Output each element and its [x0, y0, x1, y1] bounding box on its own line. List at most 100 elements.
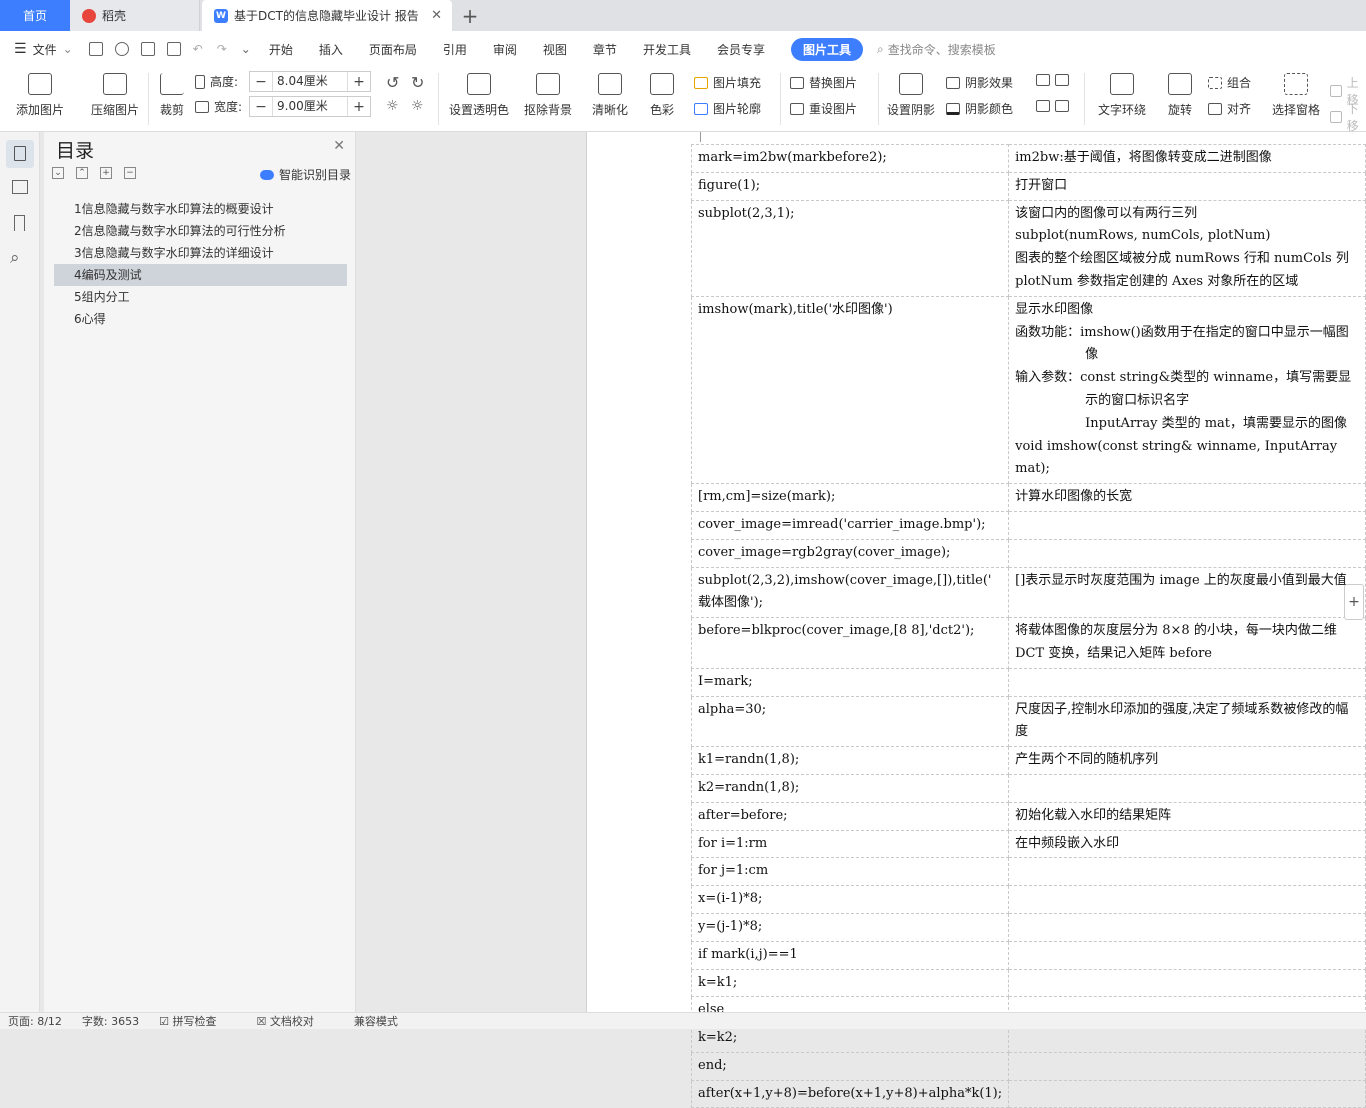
- close-icon[interactable]: ✕: [431, 8, 442, 23]
- expand-sidebar-button[interactable]: +: [1344, 584, 1364, 620]
- print-preview-icon[interactable]: [166, 42, 181, 56]
- code-cell[interactable]: cover_image=rgb2gray(cover_image);: [690, 538, 1010, 568]
- width-value[interactable]: 9.00厘米: [272, 97, 348, 116]
- code-cell[interactable]: I=mark;: [690, 667, 1010, 697]
- shadow-color-button[interactable]: 阴影颜色: [946, 100, 1013, 117]
- comment-cell[interactable]: [1008, 1079, 1366, 1108]
- text-wrap-button[interactable]: 文字环绕: [1092, 67, 1152, 118]
- comment-cell[interactable]: 显示水印图像 函数功能：imshow()函数用于在指定的窗口中显示一幅图像 输入参数…: [1008, 295, 1366, 485]
- code-cell[interactable]: end;: [690, 1051, 1010, 1081]
- code-cell[interactable]: [rm,cm]=size(mark);: [690, 483, 1010, 512]
- send-backward-button[interactable]: 下移: [1330, 100, 1366, 134]
- comment-cell[interactable]: [1008, 667, 1366, 697]
- width-decrease-button[interactable]: −: [250, 99, 272, 115]
- rotate-right-icon[interactable]: ↻: [411, 73, 424, 92]
- menu-start[interactable]: 开始: [269, 41, 293, 58]
- tab-document[interactable]: W 基于DCT的信息隐藏毕业设计 报告 ✕: [202, 0, 452, 31]
- code-cell[interactable]: x=(i-1)*8;: [690, 885, 1010, 914]
- code-cell[interactable]: for i=1:rm: [690, 829, 1010, 859]
- comment-cell[interactable]: [1008, 510, 1366, 540]
- set-shadow-button[interactable]: 设置阴影: [884, 67, 938, 118]
- toc-item[interactable]: 2信息隐藏与数字水印算法的可行性分析: [54, 220, 347, 242]
- code-cell[interactable]: k1=randn(1,8);: [690, 746, 1010, 775]
- toc-item[interactable]: 3信息隐藏与数字水印算法的详细设计: [54, 242, 347, 264]
- rotate-left-icon[interactable]: ↺: [386, 73, 399, 92]
- crop-button[interactable]: 裁剪: [156, 67, 188, 118]
- height-value[interactable]: 8.04厘米: [272, 72, 348, 91]
- command-search[interactable]: 查找命令、搜索模板: [888, 41, 996, 58]
- spell-check-button[interactable]: ☑ 拼写检查: [159, 1013, 236, 1029]
- code-cell[interactable]: after=before;: [690, 801, 1010, 831]
- code-cell[interactable]: k=k1;: [690, 968, 1010, 998]
- code-cell[interactable]: after(x+1,y+8)=before(x+1,y+8)+alpha*k(1…: [690, 1079, 1010, 1108]
- menu-insert[interactable]: 插入: [319, 41, 343, 58]
- bookmark-nav[interactable]: [10, 214, 30, 234]
- code-cell[interactable]: subplot(2,3,1);: [690, 199, 1010, 297]
- shadow-effect-button[interactable]: 阴影效果: [946, 74, 1013, 91]
- comment-cell[interactable]: [1008, 538, 1366, 568]
- comment-cell[interactable]: [1008, 773, 1366, 803]
- toc-item-selected[interactable]: 4编码及测试: [54, 264, 347, 286]
- menu-picture-tools[interactable]: 图片工具: [790, 37, 863, 61]
- redo-icon[interactable]: ↷: [217, 42, 227, 56]
- menu-chapter[interactable]: 章节: [593, 41, 617, 58]
- new-tab-button[interactable]: +: [452, 0, 488, 31]
- width-increase-button[interactable]: +: [348, 99, 370, 115]
- sharpen-button[interactable]: 清晰化: [586, 67, 634, 118]
- code-cell[interactable]: for j=1:cm: [690, 857, 1010, 887]
- menu-references[interactable]: 引用: [443, 41, 467, 58]
- selection-pane-button[interactable]: 选择窗格: [1270, 67, 1322, 118]
- compress-picture-button[interactable]: 压缩图片: [88, 67, 142, 118]
- more-icon[interactable]: ⌄: [241, 42, 251, 56]
- comment-cell[interactable]: 打开窗口: [1008, 171, 1366, 201]
- comment-cell[interactable]: [1008, 912, 1366, 942]
- menu-review[interactable]: 审阅: [493, 41, 517, 58]
- toc-item[interactable]: 6心得: [54, 308, 347, 330]
- comment-cell[interactable]: 初始化载入水印的结果矩阵: [1008, 801, 1366, 831]
- code-cell[interactable]: figure(1);: [690, 171, 1010, 201]
- proofread-button[interactable]: ☒ 文档校对: [256, 1013, 333, 1029]
- comment-cell[interactable]: []表示显示时灰度范围为 image 上的灰度最小值到最大值: [1008, 566, 1366, 619]
- close-icon[interactable]: ✕: [333, 138, 345, 154]
- menu-file[interactable]: 文件: [33, 41, 57, 58]
- comment-cell[interactable]: [1008, 940, 1366, 970]
- menu-devtools[interactable]: 开发工具: [643, 41, 691, 58]
- comment-cell[interactable]: [1008, 968, 1366, 998]
- comment-cell[interactable]: 将载体图像的灰度层分为 8×8 的小块，每一块内做二维 DCT 变换，结果记入矩…: [1008, 617, 1366, 669]
- print-icon[interactable]: [140, 42, 155, 56]
- height-decrease-button[interactable]: −: [250, 74, 272, 90]
- comment-cell[interactable]: [1008, 885, 1366, 914]
- expand-up-icon[interactable]: ⌃: [76, 167, 88, 179]
- comment-cell[interactable]: im2bw:基于阈值，将图像转变成二进制图像: [1008, 144, 1366, 173]
- width-field[interactable]: − 9.00厘米 +: [249, 96, 371, 117]
- code-cell[interactable]: y=(j-1)*8;: [690, 912, 1010, 942]
- add-picture-button[interactable]: 添加图片: [10, 67, 70, 118]
- height-increase-button[interactable]: +: [348, 74, 370, 90]
- comment-cell[interactable]: 尺度因子,控制水印添加的强度,决定了频域系数被修改的幅度: [1008, 695, 1366, 748]
- shadow-nudge-left[interactable]: [1036, 100, 1074, 112]
- reset-picture-button[interactable]: 重设图片: [790, 100, 857, 117]
- undo-icon[interactable]: ↶: [193, 42, 203, 56]
- chapter-nav-icon[interactable]: [10, 178, 30, 198]
- code-cell[interactable]: cover_image=imread('carrier_image.bmp');: [690, 510, 1010, 540]
- align-button[interactable]: 对齐: [1208, 100, 1251, 117]
- code-cell[interactable]: subplot(2,3,2),imshow(cover_image,[]),ti…: [690, 566, 1010, 619]
- menu-layout[interactable]: 页面布局: [369, 41, 417, 58]
- shadow-nudge-up[interactable]: [1036, 74, 1074, 86]
- code-cell[interactable]: alpha=30;: [690, 695, 1010, 748]
- group-button[interactable]: 组合: [1208, 74, 1251, 91]
- smart-toc-button[interactable]: 智能识别目录: [259, 166, 351, 183]
- comment-cell[interactable]: 计算水印图像的长宽: [1008, 483, 1366, 512]
- format-painter-icon[interactable]: [114, 42, 129, 56]
- color-button[interactable]: 色彩: [644, 67, 680, 118]
- save-icon[interactable]: [88, 42, 103, 56]
- code-cell[interactable]: imshow(mark),title('水印图像'): [690, 295, 1010, 485]
- collapse-all-icon[interactable]: ⌄: [52, 167, 64, 179]
- comment-cell[interactable]: [1008, 857, 1366, 887]
- hamburger-icon[interactable]: ☰: [14, 41, 27, 57]
- rotate-button[interactable]: 旋转: [1160, 67, 1200, 118]
- tab-daoke[interactable]: 稻壳: [70, 0, 200, 31]
- set-transparent-button[interactable]: 设置透明色: [446, 67, 512, 118]
- replace-picture-button[interactable]: 替换图片: [790, 74, 857, 91]
- comment-cell[interactable]: 该窗口内的图像可以有两行三列 subplot(numRows, numCols, …: [1008, 199, 1366, 297]
